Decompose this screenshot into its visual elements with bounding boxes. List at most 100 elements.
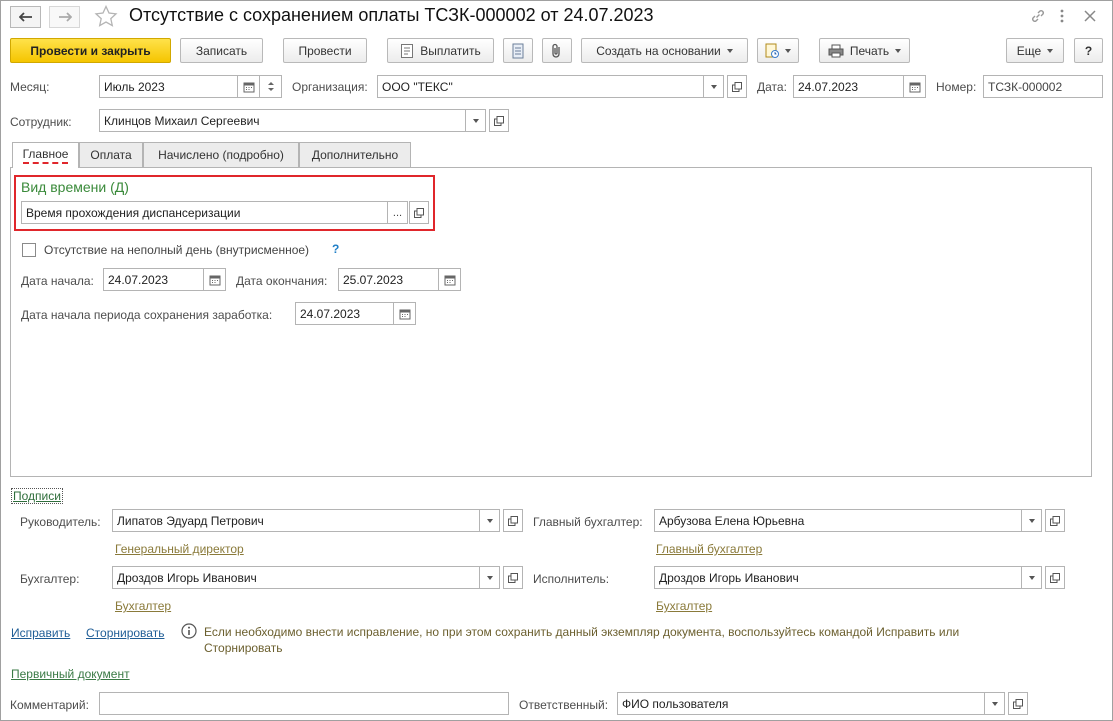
employee-field[interactable]: Клинцов Михаил Сергеевич bbox=[99, 109, 466, 132]
executor-dropdown[interactable] bbox=[1022, 566, 1042, 589]
chief-accountant-field[interactable]: Арбузова Елена Юрьевна bbox=[654, 509, 1022, 532]
executor-open-button[interactable] bbox=[1045, 566, 1065, 589]
comment-label: Комментарий: bbox=[10, 698, 89, 712]
executor-field[interactable]: Дроздов Игорь Иванович bbox=[654, 566, 1022, 589]
close-icon[interactable] bbox=[1083, 9, 1097, 23]
primary-document-link[interactable]: Первичный документ bbox=[11, 667, 130, 681]
help-icon[interactable]: ? bbox=[332, 242, 339, 256]
chevron-down-icon bbox=[472, 118, 479, 123]
pay-button[interactable]: Выплатить bbox=[387, 38, 494, 63]
calendar-button[interactable] bbox=[204, 268, 226, 291]
tab-additional[interactable]: Дополнительно bbox=[299, 142, 411, 167]
tab-main[interactable]: Главное bbox=[12, 142, 79, 168]
calendar-icon bbox=[444, 275, 455, 285]
calendar-button[interactable] bbox=[439, 268, 461, 291]
month-stepper[interactable] bbox=[260, 75, 282, 98]
fix-link[interactable]: Исправить bbox=[11, 626, 70, 640]
time-type-label: Вид времени (Д) bbox=[21, 179, 129, 195]
executor-position-link[interactable]: Бухгалтер bbox=[656, 599, 712, 613]
open-window-icon bbox=[1050, 515, 1060, 526]
save-button[interactable]: Записать bbox=[180, 38, 263, 63]
help-button[interactable]: ? bbox=[1074, 38, 1103, 63]
time-type-open-button[interactable] bbox=[409, 201, 429, 224]
period-start-field[interactable]: 24.07.2023 bbox=[295, 302, 394, 325]
forward-button[interactable] bbox=[49, 6, 80, 28]
chevron-down-icon bbox=[895, 48, 902, 53]
link-icon[interactable] bbox=[1030, 8, 1046, 24]
star-favorite-icon[interactable] bbox=[94, 5, 118, 27]
create-based-on-button[interactable]: Создать на основании bbox=[581, 38, 748, 63]
chief-accountant-dropdown[interactable] bbox=[1022, 509, 1042, 532]
accountant-field[interactable]: Дроздов Игорь Иванович bbox=[112, 566, 480, 589]
calendar-button[interactable] bbox=[394, 302, 416, 325]
chevron-down-icon bbox=[785, 48, 791, 53]
month-field[interactable]: Июль 2023 bbox=[99, 75, 238, 98]
document-pay-icon bbox=[401, 43, 414, 58]
back-button[interactable] bbox=[10, 6, 41, 28]
open-window-icon bbox=[1013, 698, 1023, 709]
printer-icon bbox=[828, 44, 844, 57]
calendar-icon bbox=[909, 82, 920, 92]
open-window-icon bbox=[1050, 572, 1060, 583]
employee-open-button[interactable] bbox=[489, 109, 509, 132]
responsible-dropdown[interactable] bbox=[985, 692, 1005, 715]
accountant-dropdown[interactable] bbox=[480, 566, 500, 589]
more-menu-label: Еще bbox=[1016, 43, 1042, 58]
chevron-down-icon bbox=[991, 701, 998, 706]
document-clock-icon bbox=[765, 43, 779, 58]
organization-open-button[interactable] bbox=[727, 75, 747, 98]
start-date-field[interactable]: 24.07.2023 bbox=[103, 268, 204, 291]
executor-label: Исполнитель: bbox=[533, 572, 610, 586]
partial-day-checkbox[interactable] bbox=[22, 243, 36, 257]
signatures-section-link[interactable]: Подписи bbox=[11, 488, 63, 504]
arrow-left-icon bbox=[18, 12, 32, 22]
end-date-field[interactable]: 25.07.2023 bbox=[338, 268, 439, 291]
page-title: Отсутствие с сохранением оплаты ТСЗК-000… bbox=[129, 5, 654, 25]
chief-accountant-label: Главный бухгалтер: bbox=[533, 515, 643, 529]
head-dropdown[interactable] bbox=[480, 509, 500, 532]
print-button-label: Печать bbox=[849, 43, 890, 58]
pay-button-label: Выплатить bbox=[420, 43, 481, 58]
accountant-open-button[interactable] bbox=[503, 566, 523, 589]
date-label: Дата: bbox=[757, 80, 787, 94]
time-type-select-button[interactable]: ... bbox=[388, 201, 408, 224]
chevron-down-icon bbox=[1047, 48, 1054, 53]
reverse-link[interactable]: Сторнировать bbox=[86, 626, 164, 640]
number-label: Номер: bbox=[936, 80, 977, 94]
post-button[interactable]: Провести bbox=[283, 38, 367, 63]
more-menu-button[interactable]: Еще bbox=[1006, 38, 1064, 63]
chevron-down-icon bbox=[1028, 518, 1035, 523]
open-window-icon bbox=[508, 572, 518, 583]
related-documents-button[interactable] bbox=[757, 38, 799, 63]
tab-accrued-detailed[interactable]: Начислено (подробно) bbox=[143, 142, 299, 167]
calendar-button[interactable] bbox=[904, 75, 926, 98]
number-field[interactable]: ТСЗК-000002 bbox=[983, 75, 1103, 98]
accountant-position-link[interactable]: Бухгалтер bbox=[115, 599, 171, 613]
comment-field[interactable] bbox=[99, 692, 509, 715]
correction-info-line2: Сторнировать bbox=[204, 641, 283, 655]
tab-main-label: Главное bbox=[22, 147, 69, 164]
create-based-on-label: Создать на основании bbox=[596, 43, 721, 58]
organization-field[interactable]: ООО "ТЕКС" bbox=[377, 75, 704, 98]
head-field[interactable]: Липатов Эдуард Петрович bbox=[112, 509, 480, 532]
more-vertical-icon[interactable] bbox=[1059, 9, 1065, 23]
head-position-link[interactable]: Генеральный директор bbox=[115, 542, 244, 556]
chief-accountant-position-link[interactable]: Главный бухгалтер bbox=[656, 542, 762, 556]
date-field[interactable]: 24.07.2023 bbox=[793, 75, 904, 98]
responsible-open-button[interactable] bbox=[1008, 692, 1028, 715]
responsible-label: Ответственный: bbox=[519, 698, 609, 712]
time-type-field[interactable]: Время прохождения диспансеризации bbox=[21, 201, 388, 224]
calendar-button[interactable] bbox=[238, 75, 260, 98]
tab-payment[interactable]: Оплата bbox=[79, 142, 143, 167]
open-window-icon bbox=[494, 115, 504, 126]
chief-accountant-open-button[interactable] bbox=[1045, 509, 1065, 532]
print-button[interactable]: Печать bbox=[819, 38, 910, 63]
attachments-button[interactable] bbox=[542, 38, 572, 63]
employee-dropdown[interactable] bbox=[466, 109, 486, 132]
organization-dropdown[interactable] bbox=[704, 75, 724, 98]
chevron-down-icon bbox=[486, 518, 493, 523]
post-and-close-button[interactable]: Провести и закрыть bbox=[10, 38, 171, 63]
head-open-button[interactable] bbox=[503, 509, 523, 532]
register-journal-button[interactable] bbox=[503, 38, 533, 63]
responsible-field[interactable]: ФИО пользователя bbox=[617, 692, 985, 715]
